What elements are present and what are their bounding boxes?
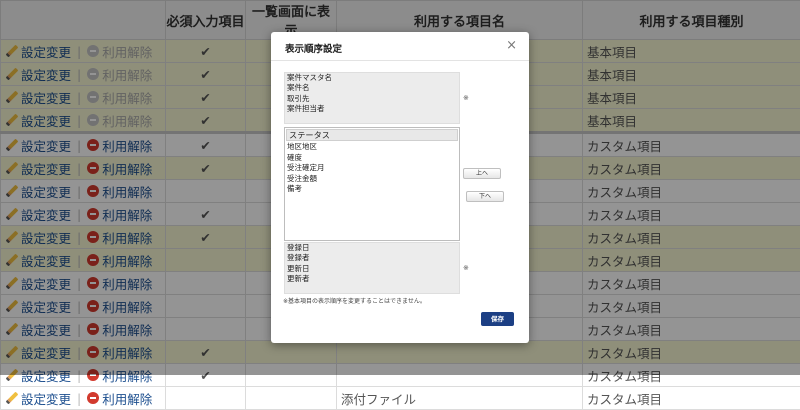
close-icon[interactable]: × — [506, 38, 517, 53]
link-separator: | — [77, 391, 81, 406]
list-item[interactable]: 受注金額 — [285, 174, 459, 184]
fixed-top-mark: ※ — [463, 94, 469, 102]
order-listbox[interactable]: ステータス 地区地区 確度 受注確定月 受注金額 備考 — [284, 127, 460, 241]
table-row: 設定変更 | 利用解除 添付ファイルカスタム項目 — [1, 387, 800, 410]
fixed-item: 更新日 — [285, 264, 459, 274]
move-up-button[interactable]: 上へ — [463, 168, 501, 179]
required-cell — [166, 387, 246, 410]
fixed-item: 登録日 — [285, 243, 459, 253]
fixed-top-items: 案件マスタ名 案件名 取引先 案件担当者 — [284, 72, 460, 124]
fixed-item: 取引先 — [285, 94, 459, 104]
item-type-cell: カスタム項目 — [583, 387, 800, 410]
fixed-item: 案件名 — [285, 83, 459, 93]
fixed-item: 案件マスタ名 — [285, 73, 459, 83]
dialog-title: 表示順序設定 — [285, 41, 342, 55]
list-item[interactable]: 備考 — [285, 184, 459, 194]
pencil-icon — [5, 392, 18, 405]
list-item[interactable]: 地区地区 — [285, 142, 459, 152]
list-item[interactable]: 受注確定月 — [285, 163, 459, 173]
display-order-dialog: 表示順序設定 × 案件マスタ名 案件名 取引先 案件担当者 ※ ステータス 地区… — [271, 32, 529, 343]
fixed-bottom-mark: ※ — [463, 264, 469, 272]
move-down-button[interactable]: 下へ — [466, 191, 504, 202]
item-name-cell: 添付ファイル — [337, 387, 583, 410]
action-cell: 設定変更 | 利用解除 — [1, 387, 166, 410]
fixed-item: 更新者 — [285, 274, 459, 284]
fixed-item: 案件担当者 — [285, 104, 459, 114]
minus-circle-icon — [87, 392, 99, 404]
dialog-divider — [271, 60, 529, 61]
list-item[interactable]: ステータス — [286, 129, 458, 141]
list-item[interactable]: 確度 — [285, 153, 459, 163]
edit-settings-link[interactable]: 設定変更 — [21, 389, 71, 408]
list-display-cell — [246, 387, 337, 410]
fixed-bottom-items: 登録日 登録者 更新日 更新者 — [284, 242, 460, 294]
disable-usage-link[interactable]: 利用解除 — [102, 389, 152, 408]
note-text: ※基本項目の表示順序を変更することはできません。 — [283, 296, 426, 305]
save-button[interactable]: 保存 — [481, 312, 514, 326]
fixed-item: 登録者 — [285, 253, 459, 263]
